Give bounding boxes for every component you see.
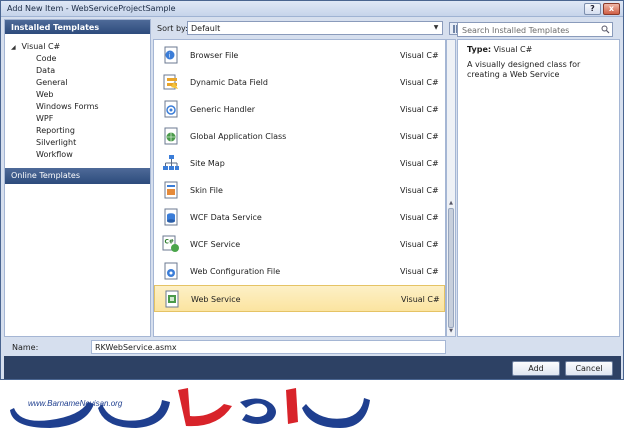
type-label: Type: [467,45,492,54]
dynamic-data-field-icon [163,74,178,90]
browser-file-icon: i [164,46,178,64]
dialog-footer: Add Cancel [4,356,621,379]
name-input[interactable]: RKWebService.asmx [91,340,446,354]
tree-item-general[interactable]: General [36,78,68,87]
cancel-button[interactable]: Cancel [565,361,613,376]
tree-item-wpf[interactable]: WPF [36,114,53,123]
tree-root-label: Visual C# [21,42,61,51]
template-name: Global Application Class [190,132,287,141]
template-row-site-map[interactable]: Site Map Visual C# [154,150,445,177]
online-templates-header[interactable]: Online Templates [5,168,150,184]
template-list: i Browser File Visual C# Dynamic Data Fi… [153,39,446,337]
tree-item-reporting[interactable]: Reporting [36,126,75,135]
wcf-service-icon: C# [162,235,179,252]
tree-item-workflow[interactable]: Workflow [36,150,73,159]
templates-category-panel: Installed Templates ◢ Visual C# Code Dat… [4,19,151,337]
template-row-web-configuration-file[interactable]: Web Configuration File Visual C# [154,258,445,285]
tree-item-windows-forms[interactable]: Windows Forms [36,102,99,111]
tree-item-data[interactable]: Data [36,66,55,75]
close-button[interactable]: x [603,3,620,15]
watermark-url: www.BarnameNevisan.org [28,399,123,408]
template-row-wcf-data-service[interactable]: WCF Data Service Visual C# [154,204,445,231]
search-installed-templates-input[interactable]: Search Installed Templates [457,22,613,37]
scroll-down-icon[interactable]: ▼ [447,328,455,334]
tree-item-silverlight[interactable]: Silverlight [36,138,76,147]
tree-item-web[interactable]: Web [36,90,53,99]
window-title: Add New Item - WebServiceProjectSample [7,4,176,13]
template-name: Dynamic Data Field [190,78,268,87]
site-map-icon [163,155,179,170]
name-bar: Name: RKWebService.asmx [4,339,621,356]
sort-by-value: Default [191,24,221,33]
type-value: Visual C# [493,45,533,54]
tree-root-visual-csharp[interactable]: ◢ Visual C# [11,42,60,51]
tree-item-code[interactable]: Code [36,54,56,63]
sort-by-label: Sort by: [157,24,188,33]
template-language: Visual C# [400,213,439,222]
scroll-up-icon[interactable]: ▲ [447,200,455,206]
svg-text:C#: C# [165,239,174,246]
template-name: WCF Data Service [190,213,262,222]
template-language: Visual C# [400,78,439,87]
chevron-down-icon[interactable]: ▼ [431,23,441,33]
wcf-data-service-icon [164,208,178,226]
search-placeholder: Search Installed Templates [462,26,570,35]
template-language: Visual C# [400,159,439,168]
global-application-class-icon [164,127,178,145]
template-name: Web Configuration File [190,267,281,276]
search-icon[interactable] [601,25,610,34]
template-row-dynamic-data-field[interactable]: Dynamic Data Field Visual C# [154,69,445,96]
expand-arrow-icon[interactable]: ◢ [11,44,19,51]
sort-toolbar: Sort by: Default ▼ [153,19,475,39]
generic-handler-icon [164,100,178,118]
template-row-web-service[interactable]: Web Service Visual C# [154,285,445,312]
template-name: Generic Handler [190,105,256,114]
template-language: Visual C# [400,240,439,249]
skin-file-icon [164,181,178,199]
title-bar: Add New Item - WebServiceProjectSample ?… [1,1,623,17]
barnamenevisan-logo: www.BarnameNevisan.org [10,388,370,428]
installed-templates-header[interactable]: Installed Templates [5,20,150,34]
scrollbar-thumb[interactable] [448,208,454,328]
web-service-icon [165,290,179,308]
template-language: Visual C# [400,267,439,276]
template-language: Visual C# [400,105,439,114]
template-name: Web Service [191,295,241,304]
template-name: Browser File [190,51,239,60]
template-type: Type: Visual C# [467,45,532,54]
template-language: Visual C# [401,295,440,304]
template-name: Site Map [190,159,225,168]
template-row-generic-handler[interactable]: Generic Handler Visual C# [154,96,445,123]
template-row-global-application-class[interactable]: Global Application Class Visual C# [154,123,445,150]
template-name: Skin File [190,186,223,195]
add-new-item-dialog: Add New Item - WebServiceProjectSample ?… [0,0,624,380]
add-button[interactable]: Add [512,361,560,376]
template-description: A visually designed class for creating a… [467,60,581,79]
template-row-browser-file[interactable]: i Browser File Visual C# [154,42,445,69]
template-language: Visual C# [400,132,439,141]
template-language: Visual C# [400,51,439,60]
web-config-icon [164,262,178,280]
sort-by-dropdown[interactable]: Default ▼ [187,21,443,35]
name-label: Name: [12,343,39,352]
template-name: WCF Service [190,240,241,249]
template-details-panel: Type: Visual C# A visually designed clas… [457,39,620,337]
template-list-scrollbar[interactable]: ▲ ▼ [446,39,456,337]
template-row-wcf-service[interactable]: C# WCF Service Visual C# [154,231,445,258]
help-button[interactable]: ? [584,3,601,15]
template-language: Visual C# [400,186,439,195]
template-row-skin-file[interactable]: Skin File Visual C# [154,177,445,204]
